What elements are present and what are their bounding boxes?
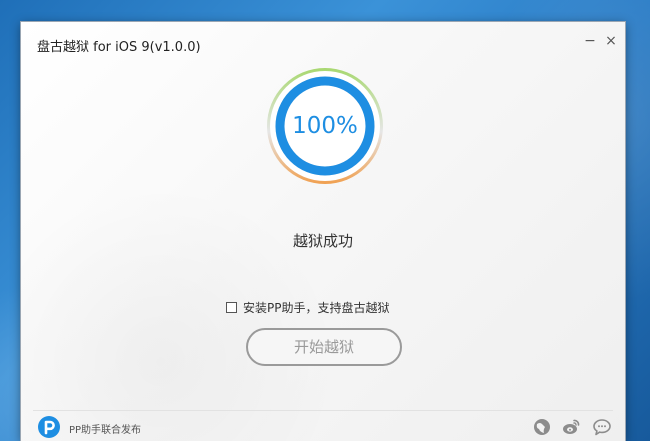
title-bar[interactable]: 盘古越狱 for iOS 9(v1.0.0) − × — [21, 22, 625, 62]
minimize-button[interactable]: − — [582, 32, 598, 50]
footer-publisher-text: PP助手联合发布 — [69, 425, 142, 436]
start-jailbreak-button[interactable]: 开始越狱 — [246, 328, 402, 366]
close-button[interactable]: × — [603, 32, 619, 50]
install-pp-label: 安装PP助手，支持盘古越狱 — [243, 300, 390, 315]
globe-icon[interactable] — [533, 418, 551, 436]
window-title: 盘古越狱 for iOS 9(v1.0.0) — [37, 40, 201, 55]
pp-logo-icon — [38, 416, 60, 438]
install-pp-option[interactable]: 安装PP助手，支持盘古越狱 — [226, 298, 389, 316]
progress-ring: 100% — [265, 66, 385, 186]
progress-percent: 100% — [292, 113, 358, 139]
chat-icon[interactable] — [593, 418, 611, 436]
install-pp-checkbox[interactable] — [226, 301, 237, 313]
status-message: 越狱成功 — [292, 232, 353, 250]
app-window: 盘古越狱 for iOS 9(v1.0.0) − × 100% 越狱成功 安装P… — [21, 22, 625, 441]
footer-divider — [33, 410, 613, 411]
weibo-icon[interactable] — [562, 418, 580, 436]
